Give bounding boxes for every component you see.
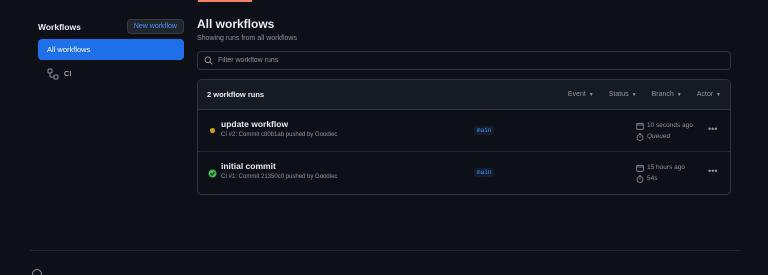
caret-down-icon: ▼: [676, 91, 682, 98]
run-times: 10 seconds ago Queued: [636, 120, 693, 142]
run-duration-text: 54s: [647, 175, 658, 182]
caret-down-icon: ▼: [631, 91, 637, 98]
workflow-icon: [47, 68, 59, 80]
run-duration: Queued: [636, 131, 693, 142]
sidebar: Workflows New workflow All workflows CI: [38, 18, 184, 84]
run-timestamp: 10 seconds ago: [636, 120, 693, 131]
page-title: All workflows: [197, 17, 275, 31]
runs-count: 2 workflow runs: [207, 90, 265, 99]
caret-down-icon: ▼: [588, 91, 594, 98]
runs-list-header: 2 workflow runs Event ▼ Status ▼ Branch ▼ A…: [198, 80, 730, 110]
run-info: initial commit CI #1: Commit 21350c0 pus…: [221, 161, 337, 180]
status-filter-dropdown[interactable]: Status ▼: [609, 91, 637, 98]
search-icon: [204, 56, 213, 65]
calendar-icon: [636, 164, 644, 172]
run-title-link[interactable]: update workflow: [221, 119, 337, 129]
workflow-run-row[interactable]: update workflow CI #2: Commit c80b1ab pu…: [198, 110, 730, 152]
caret-down-icon: ▼: [716, 91, 721, 98]
actor-filter-label: Actor: [696, 91, 714, 98]
branch-label[interactable]: main: [474, 168, 495, 177]
run-title-link[interactable]: initial commit: [221, 161, 337, 171]
run-time-text: 10 seconds ago: [647, 122, 693, 129]
run-timestamp: 15 hours ago: [636, 162, 685, 173]
branch-filter-label: Branch: [651, 91, 674, 98]
sidebar-title: Workflows: [38, 21, 81, 32]
calendar-icon: [636, 122, 644, 130]
run-meta: CI #2: Commit c80b1ab pushed by Goodiec: [221, 132, 338, 138]
event-filter-dropdown[interactable]: Event ▼: [568, 91, 594, 98]
run-meta: CI #1: Commit 21350c0 pushed by Goodiec: [221, 174, 338, 180]
stopwatch-icon: [636, 132, 644, 141]
branch-filter-dropdown[interactable]: Branch ▼: [652, 91, 682, 98]
run-times: 15 hours ago 54s: [636, 162, 685, 184]
sidebar-item-ci[interactable]: CI: [38, 63, 184, 84]
main-content: All workflows Showing runs from all work…: [197, 16, 731, 195]
new-workflow-button[interactable]: New workflow: [126, 19, 184, 34]
active-tab-indicator: [198, 0, 252, 2]
run-info: update workflow CI #2: Commit c80b1ab pu…: [221, 119, 337, 138]
sidebar-item-all-workflows[interactable]: All workflows: [38, 39, 184, 60]
stopwatch-icon: [636, 174, 644, 183]
kebab-menu-icon[interactable]: •••: [708, 124, 717, 134]
run-duration: 54s: [636, 173, 685, 184]
event-filter-label: Event: [567, 91, 586, 98]
sidebar-item-label: CI: [64, 69, 72, 78]
run-time-text: 15 hours ago: [647, 164, 685, 171]
run-duration-text: Queued: [647, 133, 671, 140]
footer-divider: [30, 250, 740, 251]
branch-label[interactable]: main: [474, 126, 495, 135]
actor-filter-dropdown[interactable]: Actor ▼: [697, 91, 721, 98]
queued-status-icon: [208, 126, 217, 135]
kebab-menu-icon[interactable]: •••: [708, 166, 717, 176]
sidebar-header: Workflows New workflow: [38, 18, 184, 35]
workflow-run-row[interactable]: initial commit CI #1: Commit 21350c0 pus…: [198, 152, 730, 194]
status-filter-label: Status: [608, 91, 629, 98]
success-status-icon: [208, 169, 217, 178]
page-subtitle: Showing runs from all workflows: [197, 35, 297, 42]
footer-logo-icon[interactable]: [32, 269, 42, 275]
filter-workflow-runs-input[interactable]: [218, 57, 698, 64]
workflow-runs-list: 2 workflow runs Event ▼ Status ▼ Branch ▼ A…: [197, 79, 731, 195]
sidebar-item-label: All workflows: [47, 45, 91, 54]
filter-box: [197, 51, 731, 70]
